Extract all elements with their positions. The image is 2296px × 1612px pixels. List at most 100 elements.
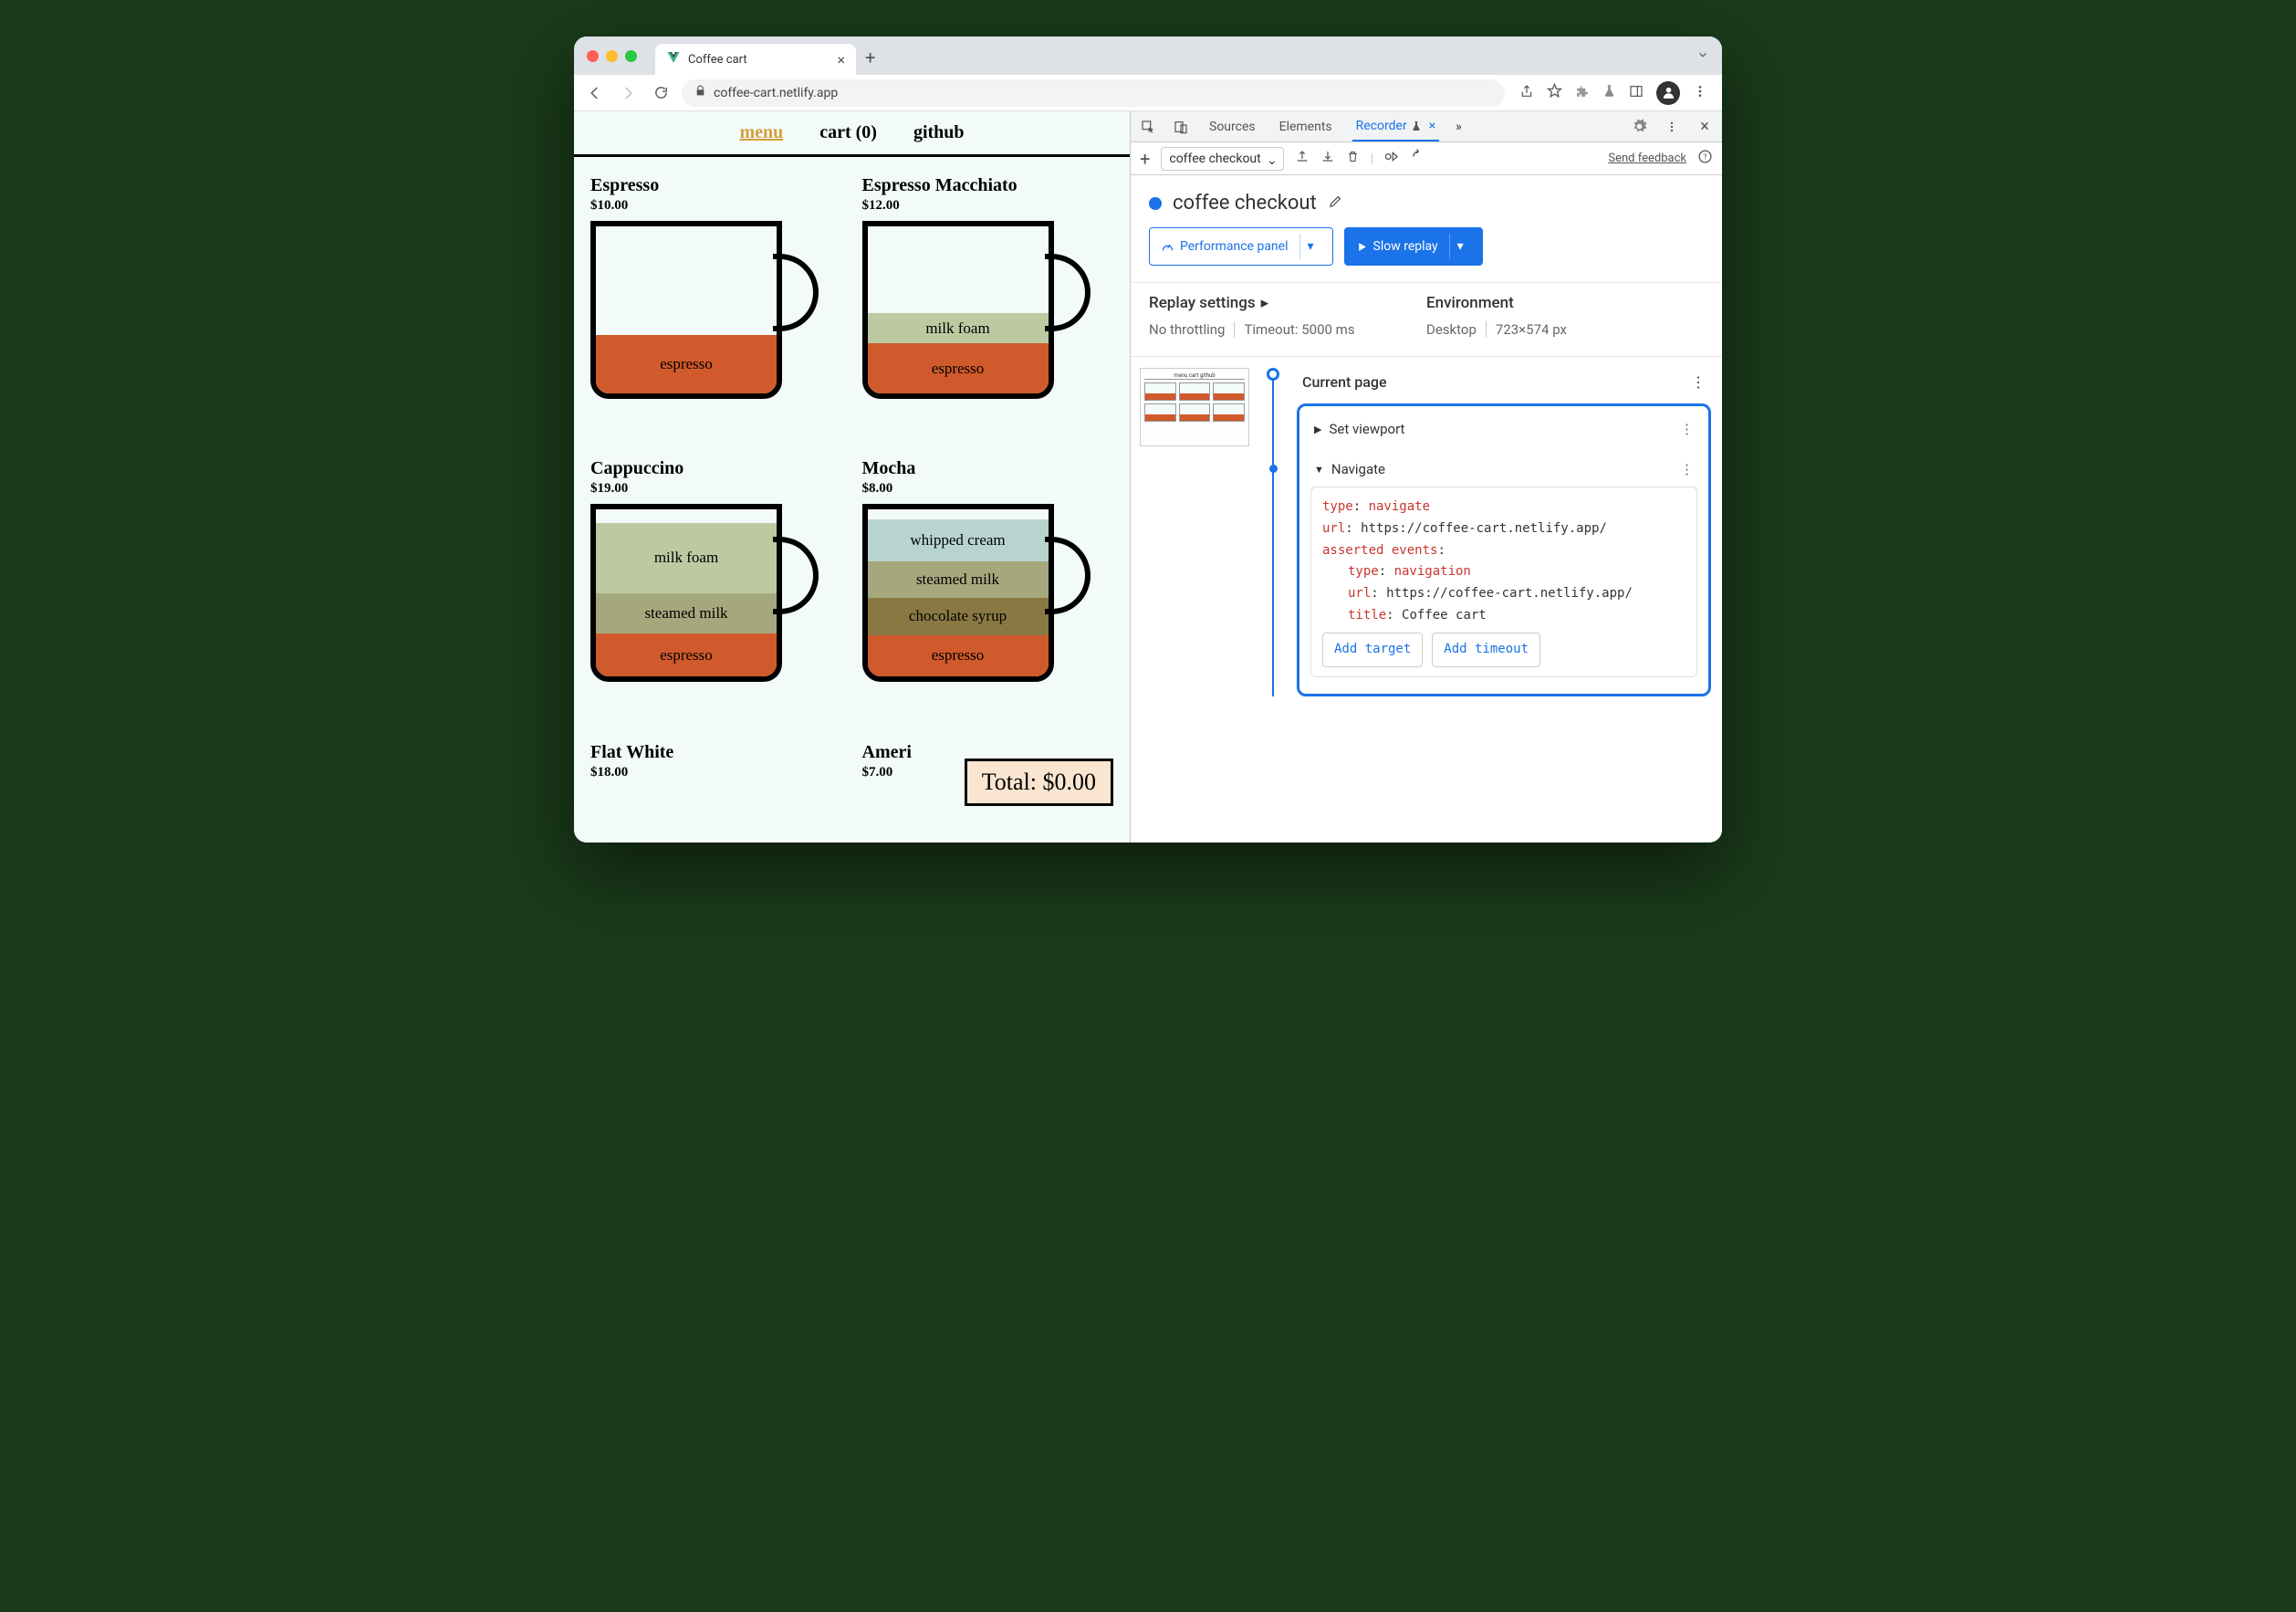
layer-espresso: espresso [596, 335, 777, 393]
minimize-window-button[interactable] [606, 50, 618, 62]
send-feedback-link[interactable]: Send feedback [1608, 152, 1686, 165]
add-timeout-button[interactable]: Add timeout [1432, 633, 1540, 667]
layer-milkfoam: milk foam [868, 313, 1049, 343]
timeline-dot [1267, 368, 1279, 381]
add-target-button[interactable]: Add target [1322, 633, 1423, 667]
menu-item[interactable]: Cappuccino $19.00 espresso steamed milk … [590, 458, 842, 723]
layer-espresso: espresso [596, 633, 777, 677]
tab-sources[interactable]: Sources [1205, 111, 1259, 141]
page-nav: menu cart (0) github [574, 111, 1130, 157]
share-icon[interactable] [1519, 84, 1534, 102]
tab-elements[interactable]: Elements [1276, 111, 1336, 141]
steps-body: Current page ⋮ ▶ Set viewport ⋮ [1297, 368, 1711, 696]
menu-item[interactable]: Espresso $10.00 espresso [590, 175, 842, 440]
chevron-down-icon[interactable]: ▾ [1449, 234, 1471, 259]
item-name: Espresso Macchiato [862, 175, 1114, 196]
bookmark-icon[interactable] [1547, 83, 1562, 102]
extensions-icon[interactable] [1575, 84, 1590, 102]
chevron-down-icon[interactable]: ▾ [1299, 234, 1321, 259]
close-tab-icon[interactable]: × [837, 51, 845, 68]
nav-github[interactable]: github [913, 122, 965, 143]
new-tab-button[interactable]: + [865, 47, 875, 68]
tab-list-button[interactable] [1696, 47, 1709, 65]
step-menu-icon[interactable]: ⋮ [1680, 461, 1694, 477]
layer-whipped: whipped cream [868, 519, 1049, 561]
back-button[interactable] [583, 81, 607, 105]
address-input[interactable]: coffee-cart.netlify.app [682, 79, 1505, 107]
close-devtools-icon[interactable]: × [1696, 119, 1713, 135]
window-controls [587, 50, 637, 62]
device-icon[interactable] [1173, 119, 1189, 135]
gauge-icon [1161, 240, 1174, 254]
step-detail: type: navigate url: https://coffee-cart.… [1310, 487, 1697, 677]
nav-cart[interactable]: cart (0) [819, 122, 877, 143]
step-menu-icon[interactable]: ⋮ [1680, 421, 1694, 437]
new-recording-icon[interactable]: + [1140, 148, 1150, 170]
item-price: $8.00 [862, 481, 1114, 497]
environment-header: Environment [1426, 294, 1704, 312]
forward-button[interactable] [616, 81, 640, 105]
menu-item[interactable]: Espresso Macchiato $12.00 espresso milk … [862, 175, 1114, 440]
total-badge[interactable]: Total: $0.00 [965, 759, 1113, 806]
mug-graphic: espresso steamed milk milk foam [590, 504, 819, 686]
menu-item[interactable]: Flat White $18.00 [590, 742, 842, 824]
reload-button[interactable] [649, 81, 673, 105]
close-tab-icon[interactable]: × [1429, 119, 1435, 133]
url-text: coffee-cart.netlify.app [714, 86, 838, 100]
env-size: 723×574 px [1496, 321, 1576, 338]
timeline-dot [1269, 465, 1278, 473]
recording-select[interactable]: coffee checkout ⌄ [1161, 147, 1283, 171]
replay-settings-header[interactable]: Replay settings ▸ [1149, 294, 1426, 312]
menu-item[interactable]: Mocha $8.00 espresso chocolate syrup ste… [862, 458, 1114, 723]
more-tabs-icon[interactable]: » [1456, 120, 1462, 134]
labs-icon[interactable] [1602, 84, 1616, 101]
help-icon[interactable]: ? [1697, 149, 1713, 168]
kebab-icon[interactable] [1664, 119, 1680, 135]
mug-graphic: espresso [590, 221, 819, 403]
play-icon [1356, 241, 1368, 253]
inspect-icon[interactable] [1140, 119, 1156, 135]
profile-avatar[interactable] [1656, 81, 1680, 105]
delete-icon[interactable] [1346, 150, 1360, 167]
browser-window: Coffee cart × + coffee-cart.netlify.app [574, 37, 1722, 843]
continue-icon[interactable] [1411, 149, 1426, 168]
settings-icon[interactable] [1631, 119, 1647, 135]
flask-icon [1411, 120, 1422, 131]
recording-title: coffee checkout [1173, 192, 1317, 215]
step-menu-icon[interactable]: ⋮ [1691, 373, 1706, 391]
collapse-icon: ▼ [1314, 464, 1324, 476]
step-card: ▶ Set viewport ⋮ ▼ Navigate ⋮ [1297, 403, 1711, 696]
lock-icon [694, 85, 706, 100]
side-panel-icon[interactable] [1629, 84, 1644, 102]
step-over-icon[interactable] [1384, 149, 1400, 168]
slow-replay-button[interactable]: Slow replay ▾ [1344, 227, 1483, 266]
address-actions [1514, 81, 1713, 105]
performance-panel-button[interactable]: Performance panel ▾ [1149, 227, 1333, 266]
menu-icon[interactable] [1693, 84, 1707, 102]
close-window-button[interactable] [587, 50, 599, 62]
item-name: Mocha [862, 458, 1114, 479]
address-bar: coffee-cart.netlify.app [574, 75, 1722, 111]
browser-tab[interactable]: Coffee cart × [655, 44, 856, 75]
step-set-viewport[interactable]: ▶ Set viewport ⋮ [1310, 415, 1697, 443]
tab-recorder[interactable]: Recorder × [1352, 111, 1440, 141]
import-icon[interactable] [1320, 150, 1335, 168]
chevron-right-icon: ▸ [1261, 294, 1269, 312]
export-icon[interactable] [1295, 150, 1310, 168]
nav-menu[interactable]: menu [739, 122, 783, 143]
timeline [1262, 368, 1284, 696]
steps-area: menu cart github Current page ⋮ [1131, 356, 1722, 707]
layer-chocsyrup: chocolate syrup [868, 598, 1049, 634]
settings-row: Replay settings ▸ No throttling Timeout:… [1131, 282, 1722, 356]
layer-espresso: espresso [868, 343, 1049, 393]
edit-icon[interactable] [1328, 192, 1343, 215]
timeout-value: Timeout: 5000 ms [1244, 321, 1363, 338]
menu-grid: Espresso $10.00 espresso Espresso Macchi… [574, 157, 1130, 843]
item-price: $19.00 [590, 481, 842, 497]
maximize-window-button[interactable] [625, 50, 637, 62]
step-thumbnail[interactable]: menu cart github [1140, 368, 1249, 446]
item-price: $10.00 [590, 198, 842, 214]
content: menu cart (0) github Espresso $10.00 esp… [574, 111, 1722, 843]
chevron-down-icon: ⌄ [1267, 153, 1278, 168]
step-navigate[interactable]: ▼ Navigate ⋮ [1310, 455, 1697, 483]
